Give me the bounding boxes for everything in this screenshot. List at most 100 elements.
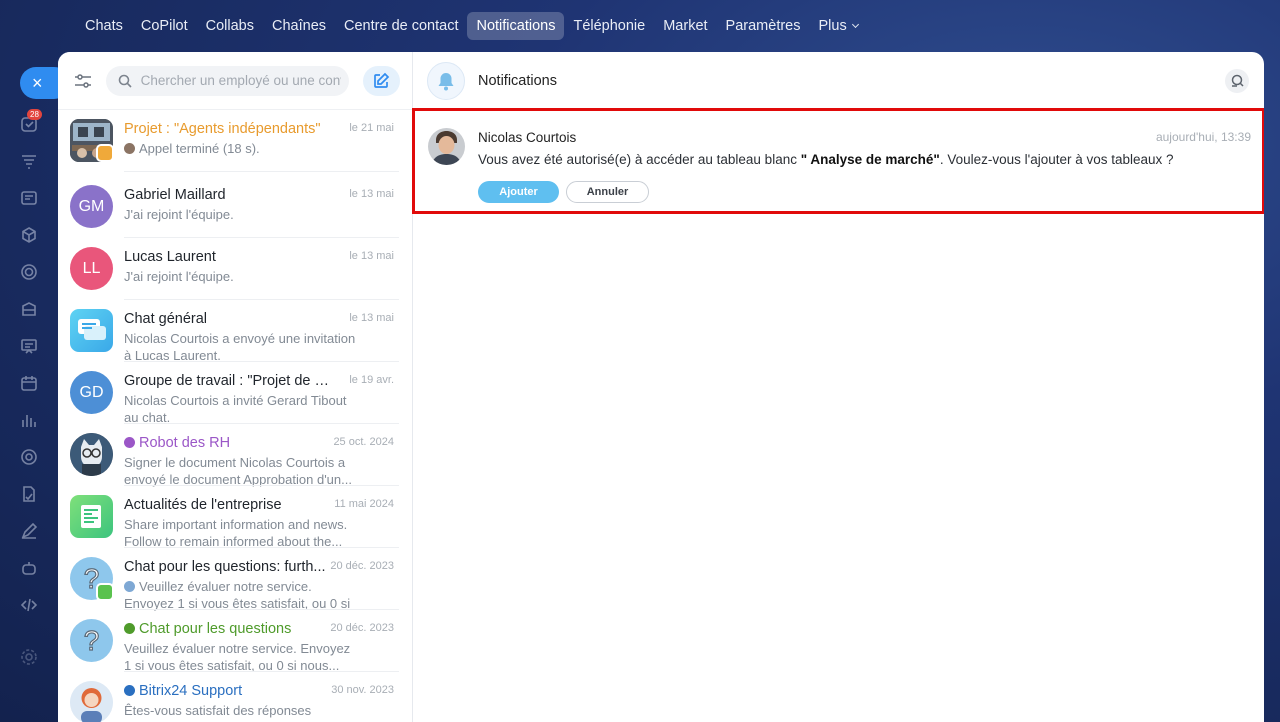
chat-preview: Veuillez évaluer notre service. Envoyez … (124, 641, 351, 673)
cancel-button[interactable]: Annuler (566, 181, 649, 203)
nav-telephony[interactable]: Téléphonie (564, 12, 654, 40)
cube-icon[interactable] (20, 226, 38, 244)
chat-date: 25 oct. 2024 (333, 436, 394, 448)
chat-title: Projet : "Agents indépendants" (124, 121, 321, 137)
chat-item[interactable]: GM Gabriel Maillard le 13 mai J'ai rejoi… (58, 176, 413, 238)
target-icon[interactable] (20, 263, 38, 281)
chat-date: 20 déc. 2023 (330, 622, 394, 634)
close-icon: × (32, 73, 43, 93)
chat-list-header (58, 52, 412, 110)
bitrix-icon (124, 685, 135, 696)
search-icon (118, 74, 132, 88)
nav-chats[interactable]: Chats (76, 12, 132, 40)
nav-notifications[interactable]: Notifications (467, 12, 565, 40)
tasks-badge: 28 (27, 109, 42, 120)
storage-icon[interactable] (20, 300, 38, 318)
nav-channels[interactable]: Chaînes (263, 12, 335, 40)
chat-item[interactable]: ? Chat pour les questions: furth... 20 d… (58, 548, 413, 611)
chat-preview: Nicolas Courtois a envoyé une invitation… (124, 331, 356, 363)
notifications-column: Notifications Nicolas Courtois aujourd'h… (412, 52, 1264, 722)
cat-bot-avatar (70, 433, 113, 476)
calendar-icon[interactable] (20, 374, 38, 392)
chat-item[interactable]: Robot des RH 25 oct. 2024 Signer le docu… (58, 424, 413, 487)
gear-icon[interactable] (20, 648, 38, 666)
chat-preview: Veuillez évaluer notre service. Envoyez … (124, 579, 351, 611)
chat-list-column: Projet : "Agents indépendants" le 21 mai… (58, 52, 413, 722)
chat-preview: Share important information and news. Fo… (124, 517, 348, 549)
nav-contact-center[interactable]: Centre de contact (335, 12, 467, 40)
chat-item[interactable]: LL Lucas Laurent le 13 mai J'ai rejoint … (58, 238, 413, 300)
nav-more-label: Plus (818, 18, 847, 34)
nav-copilot[interactable]: CoPilot (132, 12, 197, 40)
chat-date: 30 nov. 2023 (331, 684, 394, 696)
news-avatar (70, 495, 113, 538)
avatar: LL (70, 247, 113, 290)
history-search-button[interactable] (1225, 69, 1249, 93)
funnel-icon[interactable] (20, 152, 38, 170)
chat-title: Chat pour les questions (124, 621, 334, 638)
chat-item[interactable]: Chat général le 13 mai Nicolas Courtois … (58, 300, 413, 363)
messenger-panel: Projet : "Agents indépendants" le 21 mai… (58, 52, 1264, 722)
chat-title: Robot des RH (124, 435, 334, 452)
chat-preview: J'ai rejoint l'équipe. (124, 269, 234, 284)
chat-title: Bitrix24 Support (124, 683, 334, 700)
compose-icon (374, 72, 390, 88)
nav-collabs[interactable]: Collabs (197, 12, 263, 40)
chat-date: le 19 avr. (349, 374, 394, 386)
notification-item: Nicolas Courtois aujourd'hui, 13:39 Vous… (412, 108, 1264, 214)
chat-title: Gabriel Maillard (124, 187, 226, 203)
search-input[interactable] (140, 73, 341, 88)
whiteboard-name: " Analyse de marché" (800, 152, 940, 167)
chat-item[interactable]: GD Groupe de travail : "Projet de no... … (58, 362, 413, 425)
chat-title: Lucas Laurent (124, 249, 216, 265)
add-button[interactable]: Ajouter (478, 181, 559, 203)
author-mini-avatar (124, 143, 135, 154)
new-chat-button[interactable] (362, 65, 400, 96)
robot-icon (124, 437, 135, 448)
circle-icon[interactable] (20, 448, 38, 466)
chat-item[interactable]: Bitrix24 Support 30 nov. 2023 Êtes-vous … (58, 672, 413, 722)
chat-date: le 13 mai (349, 250, 394, 262)
group-badge-icon (96, 144, 114, 162)
filter-icon[interactable] (72, 70, 94, 92)
chat-title: Chat pour les questions: furth... (124, 559, 326, 575)
page-title: Notifications (478, 72, 557, 89)
chat-preview: Nicolas Courtois a invité Gerard Tibout … (124, 393, 347, 425)
chat-item[interactable]: Projet : "Agents indépendants" le 21 mai… (58, 110, 413, 172)
chart-icon[interactable] (20, 411, 38, 429)
svg-text:?: ? (84, 625, 100, 656)
chevron-down-icon (851, 20, 859, 29)
presentation-icon[interactable] (20, 337, 38, 355)
pen-icon[interactable] (20, 522, 38, 540)
chat-title: Actualités de l'entreprise (124, 497, 282, 513)
avatar: GD (70, 371, 113, 414)
top-navigation: Chats CoPilot Collabs Chaînes Centre de … (76, 12, 867, 40)
notification-time: aujourd'hui, 13:39 (1155, 130, 1251, 144)
notifications-header: Notifications (413, 52, 1264, 110)
chat-bubble-avatar (70, 309, 113, 352)
nav-market[interactable]: Market (654, 12, 716, 40)
bell-icon (427, 61, 465, 100)
search-box[interactable] (105, 65, 349, 96)
chat-preview: Êtes-vous satisfait des réponses apporté… (124, 703, 312, 722)
notification-author[interactable]: Nicolas Courtois (478, 130, 576, 145)
author-avatar (428, 128, 465, 165)
lock-icon (96, 583, 114, 601)
question-avatar: ? (70, 619, 113, 662)
nav-settings[interactable]: Paramètres (717, 12, 810, 40)
chat-title: Chat général (124, 311, 208, 327)
robot-icon[interactable] (20, 559, 38, 577)
notification-text: Vous avez été autorisé(e) à accéder au t… (478, 152, 1174, 167)
chat-item[interactable]: Actualités de l'entreprise 11 mai 2024 S… (58, 486, 413, 549)
code-icon[interactable] (20, 596, 38, 614)
support-agent-avatar (70, 681, 113, 722)
chat-date: le 13 mai (349, 188, 394, 200)
card-icon[interactable] (20, 189, 38, 207)
nav-more[interactable]: Plus (810, 12, 867, 40)
chat-item[interactable]: ? Chat pour les questions 20 déc. 2023 V… (58, 610, 413, 673)
left-rail: × 28 (0, 60, 70, 722)
chat-title: Groupe de travail : "Projet de no... (124, 373, 334, 389)
chat-date: 11 mai 2024 (334, 498, 394, 510)
avatar: GM (70, 185, 113, 228)
sign-icon[interactable] (20, 485, 38, 503)
